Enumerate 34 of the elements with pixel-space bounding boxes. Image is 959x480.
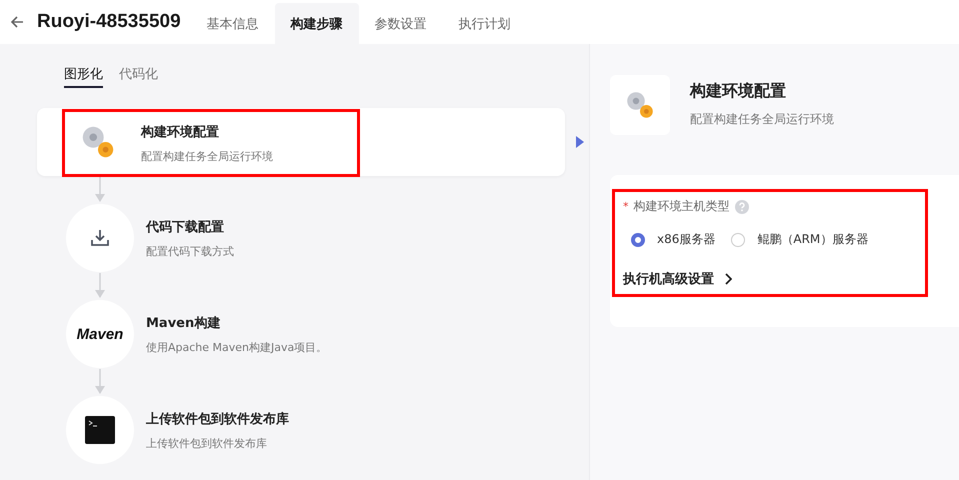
panel-description: 配置构建任务全局运行环境 — [690, 111, 834, 128]
step-title: 上传软件包到软件发布库 — [146, 410, 289, 428]
advanced-settings-link[interactable]: 执行机高级设置 — [623, 270, 714, 288]
radio-label[interactable]: x86服务器 — [657, 231, 716, 248]
step-card[interactable]: 构建环境配置 配置构建任务全局运行环境 — [37, 108, 565, 176]
radio-label[interactable]: 鲲鹏（ARM）服务器 — [757, 231, 868, 248]
download-icon — [90, 228, 110, 248]
chevron-right-icon — [724, 273, 732, 285]
step-description: 配置代码下载方式 — [146, 244, 234, 258]
radio-button[interactable] — [731, 232, 746, 246]
gears-icon — [624, 89, 656, 121]
maven-logo: Maven — [76, 326, 124, 342]
panel-title: 构建环境配置 — [690, 81, 787, 102]
terminal-icon — [85, 416, 115, 444]
tab[interactable]: 构建步骤 — [274, 3, 359, 44]
step-title: 代码下载配置 — [146, 218, 225, 236]
connector-arrow — [94, 273, 106, 299]
step-title: 构建环境配置 — [141, 124, 220, 140]
connector-arrow — [94, 369, 106, 395]
view-tab[interactable]: 代码化 — [119, 61, 158, 88]
step-description: 上传软件包到软件发布库 — [146, 436, 268, 450]
connector-arrow — [94, 177, 106, 203]
field-label: 构建环境主机类型 — [634, 198, 730, 215]
step-item[interactable]: 上传软件包到软件发布库 上传软件包到软件发布库 — [37, 396, 565, 464]
step-description: 配置构建任务全局运行环境 — [141, 148, 273, 164]
step-item[interactable]: Maven Maven构建 使用Apache Maven构建Java项目。 — [37, 300, 565, 368]
step-description: 使用Apache Maven构建Java项目。 — [146, 340, 328, 354]
radio-button[interactable] — [631, 232, 645, 246]
required-mark: * — [623, 200, 628, 213]
step-item[interactable]: 代码下载配置 配置代码下载方式 — [37, 204, 565, 272]
step-title: Maven构建 — [146, 314, 222, 332]
project-title: Ruoyi-48535509 — [37, 10, 181, 34]
view-tab[interactable]: 图形化 — [64, 61, 103, 88]
pointer-icon — [576, 136, 584, 148]
